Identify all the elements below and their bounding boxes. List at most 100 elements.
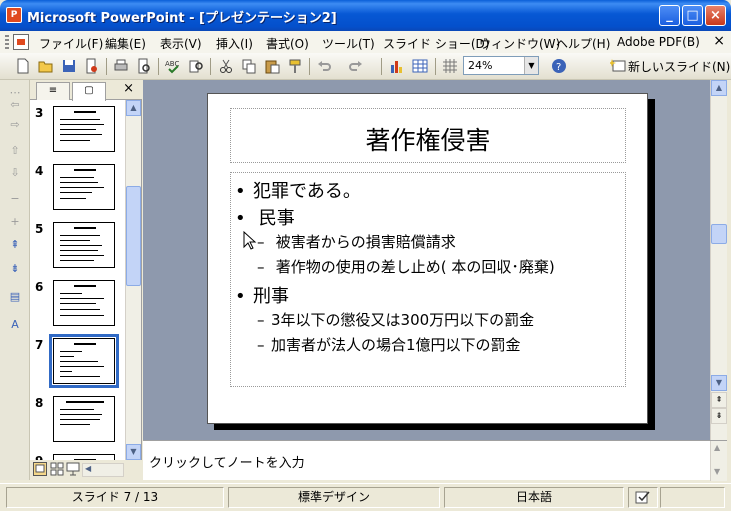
title-placeholder[interactable]: 著作権侵害 xyxy=(230,108,626,163)
next-slide-icon[interactable]: ⇟ xyxy=(711,408,727,424)
list-item[interactable]: 5 xyxy=(30,216,125,274)
open-folder-icon[interactable] xyxy=(38,58,54,74)
slide-thumbnail[interactable] xyxy=(53,280,115,326)
pane-close-icon[interactable]: × xyxy=(123,81,134,96)
slide-thumbnail[interactable] xyxy=(53,396,115,442)
research-icon[interactable] xyxy=(188,58,204,74)
new-slide-button[interactable]: 新しいスライド(N) xyxy=(628,58,730,75)
menu-view[interactable]: 表示(V) xyxy=(160,35,202,52)
menu-file[interactable]: ファイル(F) xyxy=(39,35,103,52)
previous-slide-icon[interactable]: ⇞ xyxy=(711,392,727,408)
slide-number: 3 xyxy=(35,106,44,120)
menu-edit[interactable]: 編集(E) xyxy=(105,35,146,52)
slide-thumbnail-selected[interactable] xyxy=(49,334,119,388)
cut-icon[interactable] xyxy=(218,58,234,74)
paste-icon[interactable] xyxy=(264,58,280,74)
scroll-up-icon[interactable]: ▲ xyxy=(711,80,727,96)
thumbnail-scrollbar[interactable]: ▲ ▼ xyxy=(125,100,141,460)
move-up-icon[interactable]: ⇧ xyxy=(8,144,22,157)
close-button[interactable]: × xyxy=(705,5,726,26)
permission-icon[interactable] xyxy=(84,58,100,74)
new-document-icon[interactable] xyxy=(15,58,31,74)
scroll-thumb[interactable] xyxy=(711,224,727,244)
slide-sorter-icon[interactable] xyxy=(50,462,64,476)
promote-icon[interactable]: ⇦ xyxy=(8,98,22,111)
document-icon[interactable] xyxy=(13,34,29,50)
title-bar[interactable]: P Microsoft PowerPoint - [プレゼンテーション2] _ … xyxy=(0,0,731,31)
horizontal-scrollbar[interactable]: ◀ xyxy=(82,463,124,477)
scroll-down-icon[interactable]: ▼ xyxy=(714,467,720,476)
normal-view-icon[interactable] xyxy=(33,462,47,476)
insert-table-icon[interactable] xyxy=(412,58,428,74)
expand-icon[interactable]: + xyxy=(8,215,22,228)
notes-scrollbar[interactable]: ▲ ▼ xyxy=(710,441,727,481)
menu-grip-handle[interactable] xyxy=(5,35,9,50)
toolbar-separator xyxy=(309,58,310,75)
tab-outline[interactable]: ≡ xyxy=(36,82,70,100)
powerpoint-app-icon[interactable]: P xyxy=(6,7,22,23)
copy-icon[interactable] xyxy=(241,58,257,74)
maximize-button[interactable]: □ xyxy=(682,5,703,26)
minimize-button[interactable]: _ xyxy=(659,5,680,26)
scroll-down-icon[interactable]: ▼ xyxy=(126,444,141,460)
slideshow-view-icon[interactable] xyxy=(66,462,80,476)
help-icon[interactable]: ? xyxy=(551,58,567,74)
list-item[interactable]: 6 xyxy=(30,274,125,332)
slides-pane: ≡ ▢ × 3 4 5 6 7 8 9 xyxy=(30,80,142,480)
notes-placeholder[interactable]: クリックしてノートを入力 xyxy=(149,452,305,471)
scroll-left-icon[interactable]: ◀ xyxy=(85,464,91,473)
grid-icon[interactable] xyxy=(442,58,458,74)
menu-help[interactable]: ヘルプ(H) xyxy=(556,35,610,52)
design-name[interactable]: 標準デザイン xyxy=(228,487,440,508)
scroll-down-icon[interactable]: ▼ xyxy=(711,375,727,391)
print-icon[interactable] xyxy=(113,58,129,74)
slide-number: 5 xyxy=(35,222,44,236)
menu-format[interactable]: 書式(O) xyxy=(266,35,309,52)
insert-chart-icon[interactable] xyxy=(389,58,405,74)
menu-slideshow[interactable]: スライド ショー(D) xyxy=(383,35,489,52)
slide-canvas[interactable]: 著作権侵害 • 犯罪である。 • 民事 – 被害者からの損害賠償請求 – 著作物の… xyxy=(207,93,648,424)
scroll-thumb[interactable] xyxy=(126,186,141,286)
main-scrollbar[interactable]: ▲ ▼ ⇞ ⇟ xyxy=(710,80,727,440)
print-preview-icon[interactable] xyxy=(136,58,152,74)
summary-slide-icon[interactable]: ▤ xyxy=(8,290,22,303)
menu-adobe-pdf[interactable]: Adobe PDF(B) xyxy=(617,35,700,49)
zoom-dropdown-arrow-icon[interactable]: ▼ xyxy=(524,57,538,74)
tab-slides[interactable]: ▢ xyxy=(72,82,106,101)
collapse-all-icon[interactable]: ⇞ xyxy=(8,238,22,251)
expand-all-icon[interactable]: ⇟ xyxy=(8,262,22,275)
thumbnail-list: 3 4 5 6 7 8 9 xyxy=(30,100,125,460)
move-down-icon[interactable]: ⇩ xyxy=(8,166,22,179)
slide-thumbnail[interactable] xyxy=(53,222,115,268)
save-icon[interactable] xyxy=(61,58,77,74)
list-item[interactable]: 3 xyxy=(30,100,125,158)
format-painter-icon[interactable] xyxy=(287,58,303,74)
notes-pane[interactable]: クリックしてノートを入力 ▲ ▼ xyxy=(143,440,727,481)
demote-icon[interactable]: ⇨ xyxy=(8,118,22,131)
zoom-combo[interactable]: 24% ▼ xyxy=(463,56,539,75)
list-item[interactable]: 8 xyxy=(30,390,125,448)
collapse-icon[interactable]: − xyxy=(8,192,22,205)
scroll-up-icon[interactable]: ▲ xyxy=(126,100,141,116)
menu-window[interactable]: ウィンドウ(W) xyxy=(479,35,560,52)
bullet-level1: • 犯罪である。 xyxy=(235,181,361,202)
list-item[interactable]: 9 xyxy=(30,448,125,460)
spelling-status-icon[interactable] xyxy=(628,487,658,508)
body-placeholder[interactable]: • 犯罪である。 • 民事 – 被害者からの損害賠償請求 – 著作物の使用の差し止… xyxy=(230,172,626,387)
grip-icon[interactable]: ⋯ xyxy=(8,86,22,99)
list-item[interactable]: 7 xyxy=(30,332,125,390)
show-formatting-icon[interactable]: A xyxy=(8,318,22,331)
document-close-icon[interactable]: × xyxy=(713,33,725,49)
slide-number: 8 xyxy=(35,396,44,410)
new-slide-icon[interactable] xyxy=(610,58,626,74)
scroll-up-icon[interactable]: ▲ xyxy=(714,443,720,452)
list-item[interactable]: 4 xyxy=(30,158,125,216)
slide-thumbnail[interactable] xyxy=(53,164,115,210)
slide-thumbnail[interactable] xyxy=(53,106,115,152)
menu-tools[interactable]: ツール(T) xyxy=(322,35,375,52)
left-toolbar-strip: ⋯ ⇦ ⇨ ⇧ ⇩ − + ⇞ ⇟ ▤ A xyxy=(0,80,30,480)
spelling-icon[interactable]: ABC xyxy=(165,58,181,74)
undo-icon[interactable] xyxy=(316,58,332,74)
redo-icon[interactable] xyxy=(348,58,364,74)
menu-insert[interactable]: 挿入(I) xyxy=(216,35,253,52)
